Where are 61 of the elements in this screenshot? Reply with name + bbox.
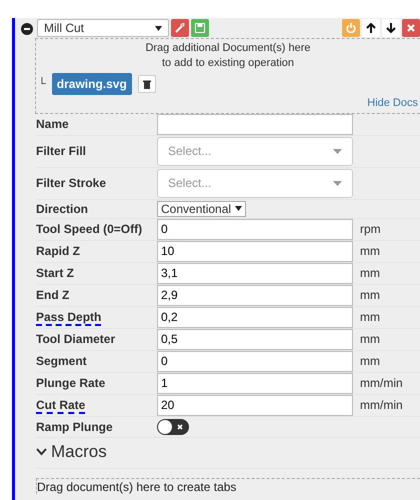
input-field[interactable] [157, 114, 353, 134]
trash-icon [142, 80, 151, 88]
input-field[interactable]: 2,9 [157, 284, 353, 306]
document-tag[interactable]: drawing.svg [52, 73, 132, 95]
caret-icon [333, 180, 342, 186]
minus-circle-icon[interactable] [21, 22, 33, 35]
wand-button[interactable] [171, 19, 189, 37]
field-label: Segment [36, 353, 88, 370]
input-field[interactable]: 1 [157, 372, 353, 394]
drop-hint: Drag additional Document(s) here [144, 41, 312, 56]
field-label: Tool Speed (0=Off) [36, 221, 144, 238]
direction-select[interactable]: Conventional [157, 200, 246, 216]
field-label: Name [36, 116, 70, 133]
chevron-icon [36, 448, 47, 456]
unit-label: rpm [360, 221, 381, 238]
operation-type-select[interactable]: Mill Cut [37, 19, 169, 37]
input-field[interactable]: 0,5 [157, 328, 353, 350]
field-label: Tool Diameter [36, 331, 116, 348]
unit-label: mm/min [360, 397, 403, 414]
field-label: Pass Depth [36, 310, 102, 326]
caret-icon [155, 26, 162, 30]
delete-button[interactable] [402, 19, 420, 37]
unit-label: mm [360, 309, 380, 326]
tabs-drop-zone: Drag document(s) here to create tabs [36, 478, 420, 494]
tree-branch: └ [38, 76, 46, 92]
unit-label: mm [360, 353, 380, 370]
unit-label: mm [360, 287, 380, 304]
toggle-switch[interactable] [157, 418, 189, 434]
macros-toggle[interactable]: Macros [36, 438, 420, 468]
wand-icon [175, 23, 185, 33]
arrow-up-icon [366, 23, 376, 33]
field-label: Cut Rate [36, 398, 86, 414]
input-field[interactable]: 0 [157, 218, 353, 240]
unit-label: mm/min [360, 375, 403, 392]
field-label: Start Z [36, 265, 76, 282]
caret-icon [235, 206, 242, 211]
caret-icon [333, 148, 342, 154]
drop-hint: to add to existing operation [160, 56, 296, 71]
field-label: Plunge Rate [36, 375, 106, 392]
field-label: Ramp Plunge [36, 418, 114, 436]
unit-label: mm [360, 265, 380, 282]
input-field[interactable]: 3,1 [157, 262, 353, 284]
x-icon [177, 424, 183, 430]
move-down-button[interactable] [382, 19, 400, 37]
input-field[interactable]: 10 [157, 240, 353, 262]
input-field[interactable]: 0 [157, 350, 353, 372]
move-up-button[interactable] [362, 19, 380, 37]
arrow-down-icon [386, 23, 396, 33]
field-label: Filter Fill [36, 143, 88, 160]
power-icon [346, 23, 356, 33]
unit-label: mm [360, 243, 380, 260]
field-label: End Z [36, 287, 70, 304]
hide-docs-link[interactable]: Hide Docs [367, 97, 418, 109]
input-field[interactable]: 0,2 [157, 306, 353, 328]
field-label: Direction [36, 200, 90, 218]
field-label: Rapid Z [36, 243, 81, 260]
unit-label: mm [360, 331, 380, 348]
close-icon [406, 23, 416, 33]
field-label: Filter Stroke [36, 175, 108, 192]
remove-document-button[interactable] [138, 75, 156, 93]
input-field[interactable]: 20 [157, 394, 353, 416]
